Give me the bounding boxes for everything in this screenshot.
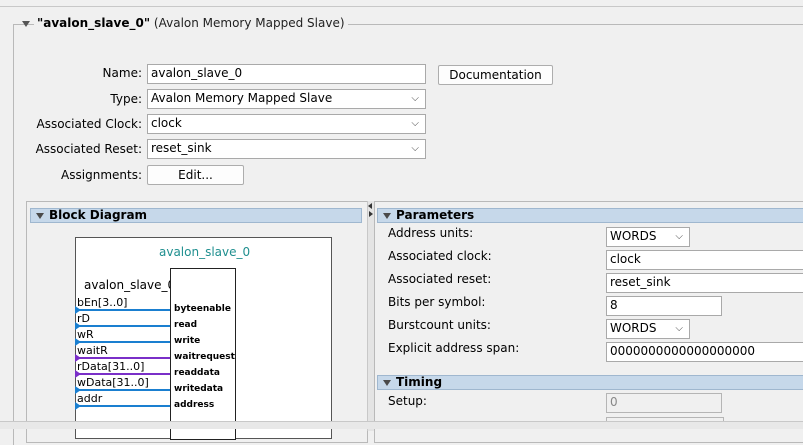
parameter-value: 0000000000000000000 xyxy=(610,344,756,358)
reset-value: reset_sink xyxy=(151,141,212,155)
reset-select[interactable]: reset_sink ⌵ xyxy=(147,139,426,159)
parameter-label: Bits per symbol: xyxy=(388,295,486,309)
parameter-input[interactable]: clock xyxy=(606,250,803,270)
chevron-down-icon: ⌵ xyxy=(411,118,419,129)
port-name: readdata xyxy=(174,368,220,378)
splitter-arrow-icon xyxy=(369,211,373,217)
type-value: Avalon Memory Mapped Slave xyxy=(151,91,333,105)
signal-name: rData[31..0] xyxy=(77,360,145,373)
collapse-icon xyxy=(383,213,391,219)
parameter-select[interactable]: WORDS ⌵ xyxy=(606,319,690,339)
parameter-value: clock xyxy=(610,252,641,266)
chevron-down-icon: ⌵ xyxy=(675,231,683,242)
parameter-label: Address units: xyxy=(388,226,474,240)
signal-name: waitR xyxy=(77,344,108,357)
module-title: avalon_slave_0 xyxy=(159,245,251,259)
signal-name: wData[31..0] xyxy=(77,376,149,389)
signal-wire xyxy=(77,341,170,343)
interface-name: "avalon_slave_0" xyxy=(37,16,151,30)
type-select[interactable]: Avalon Memory Mapped Slave ⌵ xyxy=(147,89,426,109)
top-panel-edge xyxy=(0,0,803,7)
signal-wire xyxy=(77,309,170,311)
signal-wire xyxy=(77,389,170,391)
block-diagram-title: Block Diagram xyxy=(49,208,148,222)
setup-input[interactable]: 0 xyxy=(606,393,722,413)
parameter-input[interactable]: reset_sink xyxy=(606,273,803,293)
parameters-header[interactable]: Parameters xyxy=(377,208,803,223)
port-name: waitrequest xyxy=(174,352,235,362)
parameter-select[interactable]: WORDS ⌵ xyxy=(606,227,690,247)
parameter-label: Associated reset: xyxy=(388,272,492,286)
parameter-value: reset_sink xyxy=(610,275,671,289)
parameter-label: Associated clock: xyxy=(388,249,492,263)
port-name: address xyxy=(174,400,215,410)
name-label: Name: xyxy=(102,66,142,80)
signal-wire xyxy=(77,357,170,359)
signal-wire xyxy=(77,405,170,407)
collapse-icon xyxy=(36,213,44,219)
setup-label: Setup: xyxy=(388,394,427,408)
parameter-value: WORDS xyxy=(610,229,657,243)
signal-name: bEn[3..0] xyxy=(77,296,128,309)
panel-splitter[interactable] xyxy=(367,201,374,431)
parameter-label: Explicit address span: xyxy=(388,341,520,355)
block-diagram-header[interactable]: Block Diagram xyxy=(30,208,362,223)
reset-label: Associated Reset: xyxy=(35,142,142,156)
setup-value: 0 xyxy=(610,395,618,409)
clock-select[interactable]: clock ⌵ xyxy=(147,114,426,134)
type-label: Type: xyxy=(110,92,142,106)
block-label: avalon_slave_0 xyxy=(84,278,176,292)
chevron-down-icon: ⌵ xyxy=(675,323,683,334)
parameter-value: 8 xyxy=(610,298,618,312)
name-input[interactable]: avalon_slave_0 xyxy=(147,64,426,84)
clock-label: Associated Clock: xyxy=(36,117,142,131)
port-name: byteenable xyxy=(174,304,231,314)
arrow-right-icon xyxy=(75,402,81,410)
clock-value: clock xyxy=(151,116,182,130)
collapse-icon[interactable] xyxy=(22,21,30,27)
chevron-down-icon: ⌵ xyxy=(411,93,419,104)
port-name: writedata xyxy=(174,384,224,394)
signal-wire xyxy=(77,325,170,327)
splitter-arrow-icon xyxy=(368,203,372,209)
documentation-button[interactable]: Documentation xyxy=(438,65,553,85)
parameters-title: Parameters xyxy=(396,208,475,222)
edit-label: Edit... xyxy=(178,168,213,182)
assignments-label: Assignments: xyxy=(61,168,142,182)
parameter-label: Burstcount units: xyxy=(388,318,491,332)
interface-title: "avalon_slave_0" (Avalon Memory Mapped S… xyxy=(34,16,348,30)
chevron-down-icon: ⌵ xyxy=(411,143,419,154)
parameter-input[interactable]: 0000000000000000000 xyxy=(606,342,803,362)
interface-type: (Avalon Memory Mapped Slave) xyxy=(153,16,345,30)
parameter-value: WORDS xyxy=(610,321,657,335)
edit-button[interactable]: Edit... xyxy=(147,165,244,185)
parameter-input[interactable]: 8 xyxy=(606,296,722,316)
timing-title: Timing xyxy=(396,375,443,389)
signal-wire xyxy=(77,373,170,375)
documentation-label: Documentation xyxy=(449,68,542,82)
name-value: avalon_slave_0 xyxy=(151,66,243,80)
collapse-icon xyxy=(383,380,391,386)
port-name: write xyxy=(174,336,201,346)
port-name: read xyxy=(174,320,198,330)
timing-header[interactable]: Timing xyxy=(377,375,803,390)
